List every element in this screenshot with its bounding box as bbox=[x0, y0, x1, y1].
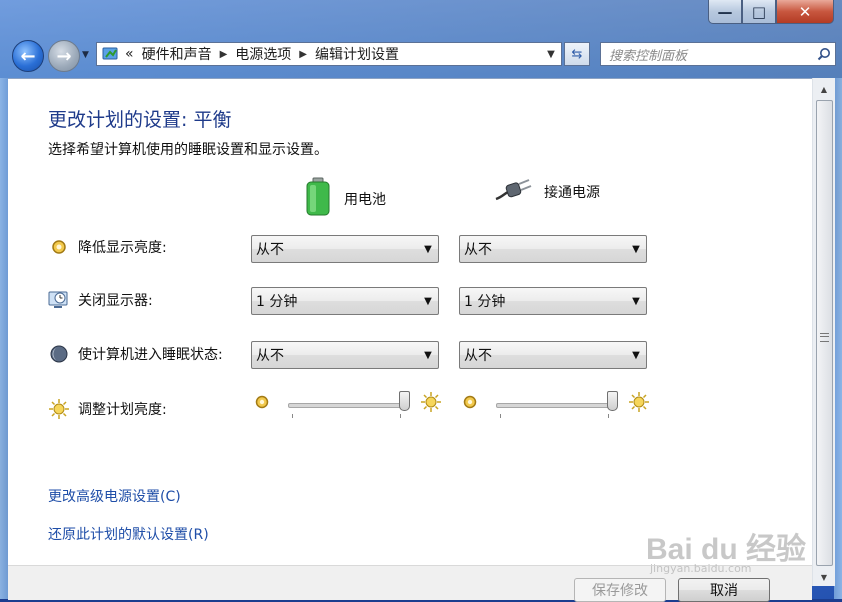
setting-row-brightness: 调整计划亮度: bbox=[48, 398, 167, 420]
battery-column-label: 用电池 bbox=[344, 192, 386, 208]
breadcrumb-separator-icon[interactable]: ▶ bbox=[220, 49, 228, 60]
turn-off-display-label: 关闭显示器: bbox=[78, 293, 153, 309]
chevron-down-icon: ▼ bbox=[632, 295, 640, 307]
breadcrumb-overflow[interactable]: « bbox=[125, 46, 134, 62]
sleep-battery-value: 从不 bbox=[256, 348, 284, 364]
watermark-url: jingyan.baidu.com bbox=[650, 562, 752, 575]
dim-display-label: 降低显示亮度: bbox=[78, 240, 167, 256]
back-button[interactable]: ← bbox=[12, 40, 44, 72]
slider-track[interactable] bbox=[288, 403, 406, 408]
recent-pages-dropdown[interactable]: ▼ bbox=[82, 50, 89, 60]
slider-tick bbox=[292, 414, 293, 418]
plugged-in-column-label: 接通电源 bbox=[544, 185, 600, 201]
brightness-high-icon bbox=[628, 391, 650, 417]
sleep-plugged-value: 从不 bbox=[464, 348, 492, 364]
slider-thumb[interactable] bbox=[607, 391, 618, 411]
search-box[interactable]: 搜索控制面板 bbox=[600, 42, 836, 66]
search-input[interactable]: 搜索控制面板 bbox=[609, 45, 687, 64]
save-changes-button[interactable]: 保存修改 bbox=[574, 578, 666, 602]
page-subtitle: 选择希望计算机使用的睡眠设置和显示设置。 bbox=[48, 142, 328, 158]
caption-buttons: — □ ✕ bbox=[708, 0, 834, 24]
chevron-down-icon: ▼ bbox=[424, 243, 432, 255]
advanced-power-settings-link[interactable]: 更改高级电源设置(C) bbox=[48, 486, 181, 506]
slider-track[interactable] bbox=[496, 403, 614, 408]
battery-icon bbox=[304, 177, 332, 221]
brightness-high-icon bbox=[420, 391, 442, 417]
chevron-down-icon: ▼ bbox=[632, 349, 640, 361]
navigation-bar: ← → ▼ « 硬件和声音 ▶ 电源选项 ▶ 编辑计划设置 ▼ ⇆ 搜索控制面板 bbox=[10, 38, 836, 72]
brightness-low-icon bbox=[462, 394, 478, 414]
chevron-down-icon: ▼ bbox=[632, 243, 640, 255]
dim-display-battery-value: 从不 bbox=[256, 242, 284, 258]
dim-display-plugged-value: 从不 bbox=[464, 242, 492, 258]
battery-column-header: 用电池 bbox=[304, 177, 386, 221]
brightness-dim-icon bbox=[48, 236, 70, 258]
brightness-label: 调整计划亮度: bbox=[78, 402, 167, 418]
chevron-down-icon: ▼ bbox=[424, 295, 432, 307]
vertical-scrollbar[interactable]: ▲ ▼ bbox=[812, 78, 835, 586]
search-icon[interactable] bbox=[813, 47, 835, 61]
turn-off-display-battery-select[interactable]: 1 分钟 ▼ bbox=[251, 287, 439, 315]
page-title: 更改计划的设置: 平衡 bbox=[48, 109, 232, 131]
brightness-plugged-slider[interactable] bbox=[462, 391, 652, 421]
sleep-plugged-select[interactable]: 从不 ▼ bbox=[459, 341, 647, 369]
monitor-clock-icon bbox=[48, 289, 70, 311]
address-dropdown-icon[interactable]: ▼ bbox=[541, 49, 561, 60]
brightness-battery-slider[interactable] bbox=[254, 391, 444, 421]
setting-row-sleep: 使计算机进入睡眠状态: bbox=[48, 343, 223, 365]
minimize-button[interactable]: — bbox=[708, 0, 742, 24]
scroll-up-icon[interactable]: ▲ bbox=[813, 80, 835, 98]
chevron-down-icon: ▼ bbox=[424, 349, 432, 361]
sleep-label: 使计算机进入睡眠状态: bbox=[78, 347, 223, 363]
slider-tick bbox=[500, 414, 501, 418]
breadcrumb-item-hardware-sound[interactable]: 硬件和声音 bbox=[142, 44, 212, 64]
maximize-button[interactable]: □ bbox=[742, 0, 776, 24]
slider-tick bbox=[400, 414, 401, 418]
power-plug-icon bbox=[494, 177, 532, 207]
scrollbar-thumb[interactable] bbox=[816, 100, 833, 566]
breadcrumb-separator-icon[interactable]: ▶ bbox=[299, 49, 307, 60]
plugged-in-column-header: 接通电源 bbox=[494, 177, 600, 207]
address-bar[interactable]: « 硬件和声音 ▶ 电源选项 ▶ 编辑计划设置 ▼ bbox=[96, 42, 562, 66]
control-panel-window: — □ ✕ ← → ▼ « 硬件和声音 ▶ 电源选项 ▶ 编辑计划设置 ▼ ⇆ … bbox=[0, 0, 842, 602]
moon-sleep-icon bbox=[48, 343, 70, 365]
scrollbar-grip-icon bbox=[820, 333, 829, 342]
forward-button[interactable]: → bbox=[48, 40, 80, 72]
window-frame-left bbox=[0, 78, 8, 599]
turn-off-display-plugged-select[interactable]: 1 分钟 ▼ bbox=[459, 287, 647, 315]
slider-tick bbox=[608, 414, 609, 418]
brightness-low-icon bbox=[254, 394, 270, 414]
close-button[interactable]: ✕ bbox=[776, 0, 834, 24]
refresh-button[interactable]: ⇆ bbox=[564, 42, 590, 66]
sleep-battery-select[interactable]: 从不 ▼ bbox=[251, 341, 439, 369]
breadcrumb-item-power-options[interactable]: 电源选项 bbox=[235, 44, 291, 64]
breadcrumb-item-edit-plan[interactable]: 编辑计划设置 bbox=[315, 44, 399, 64]
setting-row-turn-off-display: 关闭显示器: bbox=[48, 289, 153, 311]
refresh-icon: ⇆ bbox=[571, 46, 583, 62]
restore-defaults-link[interactable]: 还原此计划的默认设置(R) bbox=[48, 524, 209, 544]
brightness-sun-icon bbox=[48, 398, 70, 420]
turn-off-display-battery-value: 1 分钟 bbox=[256, 294, 298, 310]
main-content: 更改计划的设置: 平衡 选择希望计算机使用的睡眠设置和显示设置。 用电池 接通电… bbox=[8, 78, 812, 566]
baidu-watermark: Bai du 经验 jingyan.baidu.com bbox=[646, 510, 806, 580]
cancel-button[interactable]: 取消 bbox=[678, 578, 770, 602]
slider-thumb[interactable] bbox=[399, 391, 410, 411]
control-panel-icon bbox=[101, 45, 121, 63]
turn-off-display-plugged-value: 1 分钟 bbox=[464, 294, 506, 310]
dim-display-plugged-select[interactable]: 从不 ▼ bbox=[459, 235, 647, 263]
window-frame-right bbox=[834, 78, 842, 599]
dim-display-battery-select[interactable]: 从不 ▼ bbox=[251, 235, 439, 263]
setting-row-dim-display: 降低显示亮度: bbox=[48, 236, 167, 258]
scroll-down-icon[interactable]: ▼ bbox=[813, 568, 835, 586]
breadcrumb: « 硬件和声音 ▶ 电源选项 ▶ 编辑计划设置 bbox=[125, 44, 399, 64]
